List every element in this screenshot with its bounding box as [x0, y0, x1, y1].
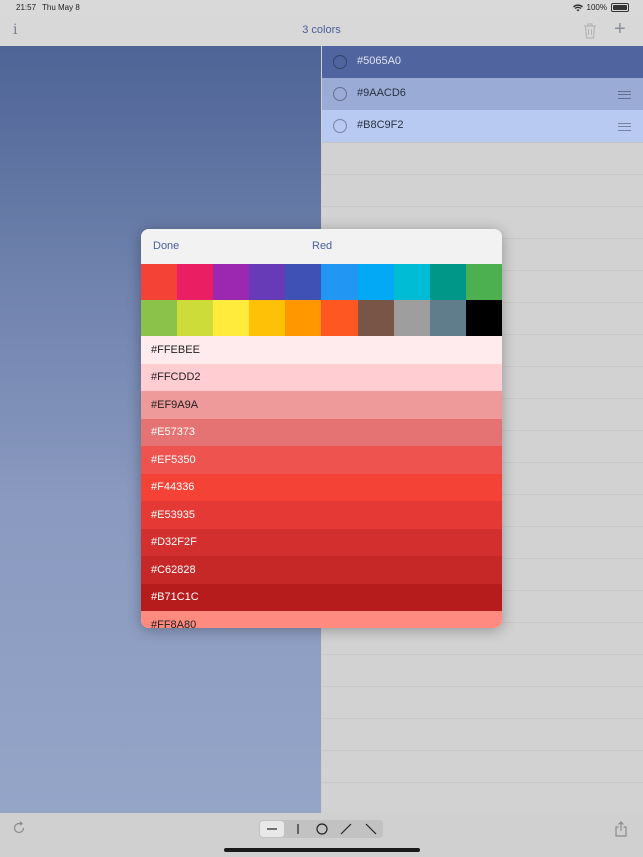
palette-swatch[interactable]: [249, 300, 286, 336]
segment-diagonal-up[interactable]: [334, 820, 358, 838]
empty-row: [322, 750, 643, 783]
select-radio[interactable]: [333, 119, 347, 133]
battery-icon: [611, 3, 629, 12]
color-hex: #9AACD6: [357, 87, 406, 99]
segment-horizontal[interactable]: [260, 821, 285, 837]
done-button[interactable]: Done: [153, 240, 179, 252]
shade-row[interactable]: #F44336: [141, 473, 502, 501]
palette-swatch[interactable]: [465, 264, 502, 300]
status-right: 100%: [572, 3, 629, 12]
palette-swatch[interactable]: [393, 300, 430, 336]
palette-swatch[interactable]: [465, 300, 502, 336]
wifi-icon: [572, 3, 583, 11]
segment-vertical[interactable]: [285, 820, 309, 838]
empty-row: [322, 174, 643, 207]
shade-row[interactable]: #D32F2F: [141, 528, 502, 556]
color-hex: #5065A0: [357, 55, 402, 67]
popover-header: Done Red: [141, 229, 502, 264]
shade-row[interactable]: #EF5350: [141, 446, 502, 474]
palette-swatch[interactable]: [321, 264, 358, 300]
status-time: 21:57: [16, 3, 37, 12]
color-row-3[interactable]: #B8C9F2: [322, 110, 643, 143]
status-bar: 21:57 Thu May 8 100%: [0, 0, 643, 16]
home-indicator: [224, 848, 420, 852]
color-picker-popover: Done Red #FFEBEE #FFCDD2 #EF9A9A #E57373 #EF…: [141, 229, 502, 628]
select-radio[interactable]: [333, 55, 347, 69]
battery-percent: 100%: [586, 3, 607, 12]
select-radio[interactable]: [333, 87, 347, 101]
shade-row[interactable]: #E53935: [141, 501, 502, 529]
shade-list: #FFEBEE #FFCDD2 #EF9A9A #E57373 #EF5350 #F443…: [141, 336, 502, 628]
shade-row[interactable]: #FFEBEE: [141, 336, 502, 364]
palette-swatch[interactable]: [141, 300, 178, 336]
trash-icon[interactable]: [582, 22, 598, 40]
palette-swatch[interactable]: [429, 300, 466, 336]
vertical-line-icon: [297, 824, 299, 834]
palette-swatch[interactable]: [249, 264, 286, 300]
palette-swatch[interactable]: [357, 300, 394, 336]
color-row-1[interactable]: #5065A0: [322, 46, 643, 79]
drag-handle-icon[interactable]: [618, 91, 631, 99]
diagonal-down-icon: [365, 823, 377, 835]
palette-swatch[interactable]: [357, 264, 394, 300]
shade-row[interactable]: #C62828: [141, 556, 502, 584]
shade-row[interactable]: #B71C1C: [141, 583, 502, 611]
refresh-icon[interactable]: [12, 821, 26, 835]
drag-handle-icon[interactable]: [618, 123, 631, 131]
palette-swatch[interactable]: [321, 300, 358, 336]
share-icon[interactable]: [614, 821, 628, 837]
empty-row: [322, 142, 643, 175]
palette-grid: [141, 264, 502, 336]
top-toolbar: i 3 colors +: [0, 16, 643, 46]
palette-swatch[interactable]: [177, 300, 214, 336]
empty-row: [322, 718, 643, 751]
horizontal-line-icon: [267, 828, 278, 830]
page-title: 3 colors: [302, 24, 341, 36]
palette-swatch[interactable]: [141, 264, 178, 300]
empty-row: [322, 654, 643, 687]
shade-row[interactable]: #EF9A9A: [141, 391, 502, 419]
palette-swatch[interactable]: [285, 264, 322, 300]
shade-row[interactable]: #FF8A80: [141, 611, 502, 628]
palette-swatch[interactable]: [429, 264, 466, 300]
segment-radial[interactable]: [310, 820, 334, 838]
palette-swatch[interactable]: [393, 264, 430, 300]
circle-icon: [316, 823, 328, 835]
palette-swatch[interactable]: [213, 300, 250, 336]
shade-row[interactable]: #FFCDD2: [141, 363, 502, 391]
status-date: Thu May 8: [42, 3, 80, 12]
segment-diagonal-down[interactable]: [359, 820, 383, 838]
gradient-direction-control: [259, 820, 383, 838]
color-row-2[interactable]: #9AACD6: [322, 78, 643, 111]
shade-row[interactable]: #E57373: [141, 418, 502, 446]
diagonal-up-icon: [340, 823, 352, 835]
selected-color-name: Red: [312, 240, 333, 252]
plus-icon[interactable]: +: [614, 19, 626, 39]
palette-swatch[interactable]: [177, 264, 214, 300]
color-hex: #B8C9F2: [357, 119, 404, 131]
empty-row: [322, 686, 643, 719]
palette-swatch[interactable]: [213, 264, 250, 300]
palette-swatch[interactable]: [285, 300, 322, 336]
